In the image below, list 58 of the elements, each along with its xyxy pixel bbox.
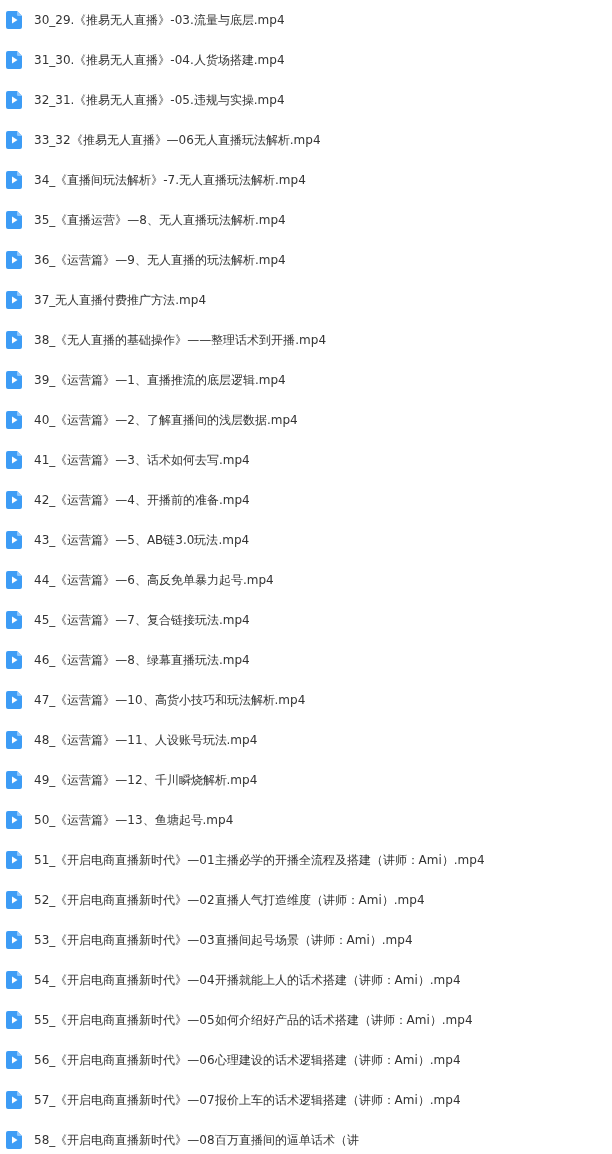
video-file-icon <box>6 811 22 829</box>
video-file-icon <box>6 891 22 909</box>
file-name[interactable]: 45_《运营篇》—7、复合链接玩法.mp4 <box>34 612 250 628</box>
video-file-icon <box>6 571 22 589</box>
file-name[interactable]: 49_《运营篇》—12、千川瞬烧解析.mp4 <box>34 772 258 788</box>
video-file-icon <box>6 131 22 149</box>
file-name[interactable]: 55_《开启电商直播新时代》—05如何介绍好产品的话术搭建（讲师：Ami）.mp4 <box>34 1012 473 1028</box>
file-name[interactable]: 46_《运营篇》—8、绿幕直播玩法.mp4 <box>34 652 250 668</box>
video-file-icon <box>6 171 22 189</box>
video-file-icon <box>6 531 22 549</box>
file-name[interactable]: 33_32《推易无人直播》—06无人直播玩法解析.mp4 <box>34 132 321 148</box>
video-file-icon <box>6 851 22 869</box>
video-file-icon <box>6 971 22 989</box>
video-file-icon <box>6 291 22 309</box>
file-name[interactable]: 42_《运营篇》—4、开播前的准备.mp4 <box>34 492 250 508</box>
file-name[interactable]: 32_31.《推易无人直播》-05.违规与实操.mp4 <box>34 92 285 108</box>
file-name[interactable]: 43_《运营篇》—5、AB链3.0玩法.mp4 <box>34 532 250 548</box>
video-file-icon <box>6 691 22 709</box>
file-name[interactable]: 57_《开启电商直播新时代》—07报价上车的话术逻辑搭建（讲师：Ami）.mp4 <box>34 1092 461 1108</box>
file-name[interactable]: 37_无人直播付费推广方法.mp4 <box>34 292 207 308</box>
file-name[interactable]: 58_《开启电商直播新时代》—08百万直播间的逼单话术（讲 <box>34 1132 359 1148</box>
file-name[interactable]: 40_《运营篇》—2、了解直播间的浅层数据.mp4 <box>34 412 298 428</box>
file-name[interactable]: 34_《直播间玩法解析》-7.无人直播玩法解析.mp4 <box>34 172 306 188</box>
file-name[interactable]: 50_《运营篇》—13、鱼塘起号.mp4 <box>34 812 234 828</box>
video-file-icon <box>6 651 22 669</box>
video-file-icon <box>6 931 22 949</box>
file-name[interactable]: 53_《开启电商直播新时代》—03直播间起号场景（讲师：Ami）.mp4 <box>34 932 413 948</box>
file-name[interactable]: 54_《开启电商直播新时代》—04开播就能上人的话术搭建（讲师：Ami）.mp4 <box>34 972 461 988</box>
file-name[interactable]: 35_《直播运营》—8、无人直播玩法解析.mp4 <box>34 212 286 228</box>
video-file-icon <box>6 1051 22 1069</box>
file-name[interactable]: 38_《无人直播的基础操作》——整理话术到开播.mp4 <box>34 332 327 348</box>
video-file-icon <box>6 91 22 109</box>
video-file-icon <box>6 411 22 429</box>
file-name[interactable]: 44_《运营篇》—6、高反免单暴力起号.mp4 <box>34 572 274 588</box>
video-file-icon <box>6 11 22 29</box>
file-name[interactable]: 47_《运营篇》—10、高货小技巧和玩法解析.mp4 <box>34 692 306 708</box>
file-name[interactable]: 51_《开启电商直播新时代》—01主播必学的开播全流程及搭建（讲师：Ami）.mp4 <box>34 852 485 868</box>
video-file-icon <box>6 1131 22 1149</box>
file-name[interactable]: 56_《开启电商直播新时代》—06心理建设的话术逻辑搭建（讲师：Ami）.mp4 <box>34 1052 461 1068</box>
video-file-icon <box>6 331 22 349</box>
file-name[interactable]: 36_《运营篇》—9、无人直播的玩法解析.mp4 <box>34 252 286 268</box>
file-name[interactable]: 52_《开启电商直播新时代》—02直播人气打造维度（讲师：Ami）.mp4 <box>34 892 425 908</box>
video-file-icon <box>6 251 22 269</box>
video-file-icon <box>6 491 22 509</box>
video-file-icon <box>6 371 22 389</box>
video-file-icon <box>6 1011 22 1029</box>
video-file-icon <box>6 211 22 229</box>
file-name[interactable]: 31_30.《推易无人直播》-04.人货场搭建.mp4 <box>34 52 285 68</box>
video-file-icon <box>6 51 22 69</box>
file-name[interactable]: 39_《运营篇》—1、直播推流的底层逻辑.mp4 <box>34 372 286 388</box>
video-file-icon <box>6 731 22 749</box>
file-name[interactable]: 30_29.《推易无人直播》-03.流量与底层.mp4 <box>34 12 285 28</box>
video-file-icon <box>6 1091 22 1109</box>
video-file-icon <box>6 451 22 469</box>
file-name[interactable]: 41_《运营篇》—3、话术如何去写.mp4 <box>34 452 250 468</box>
file-name[interactable]: 48_《运营篇》—11、人设账号玩法.mp4 <box>34 732 258 748</box>
video-file-icon <box>6 771 22 789</box>
video-file-icon <box>6 611 22 629</box>
